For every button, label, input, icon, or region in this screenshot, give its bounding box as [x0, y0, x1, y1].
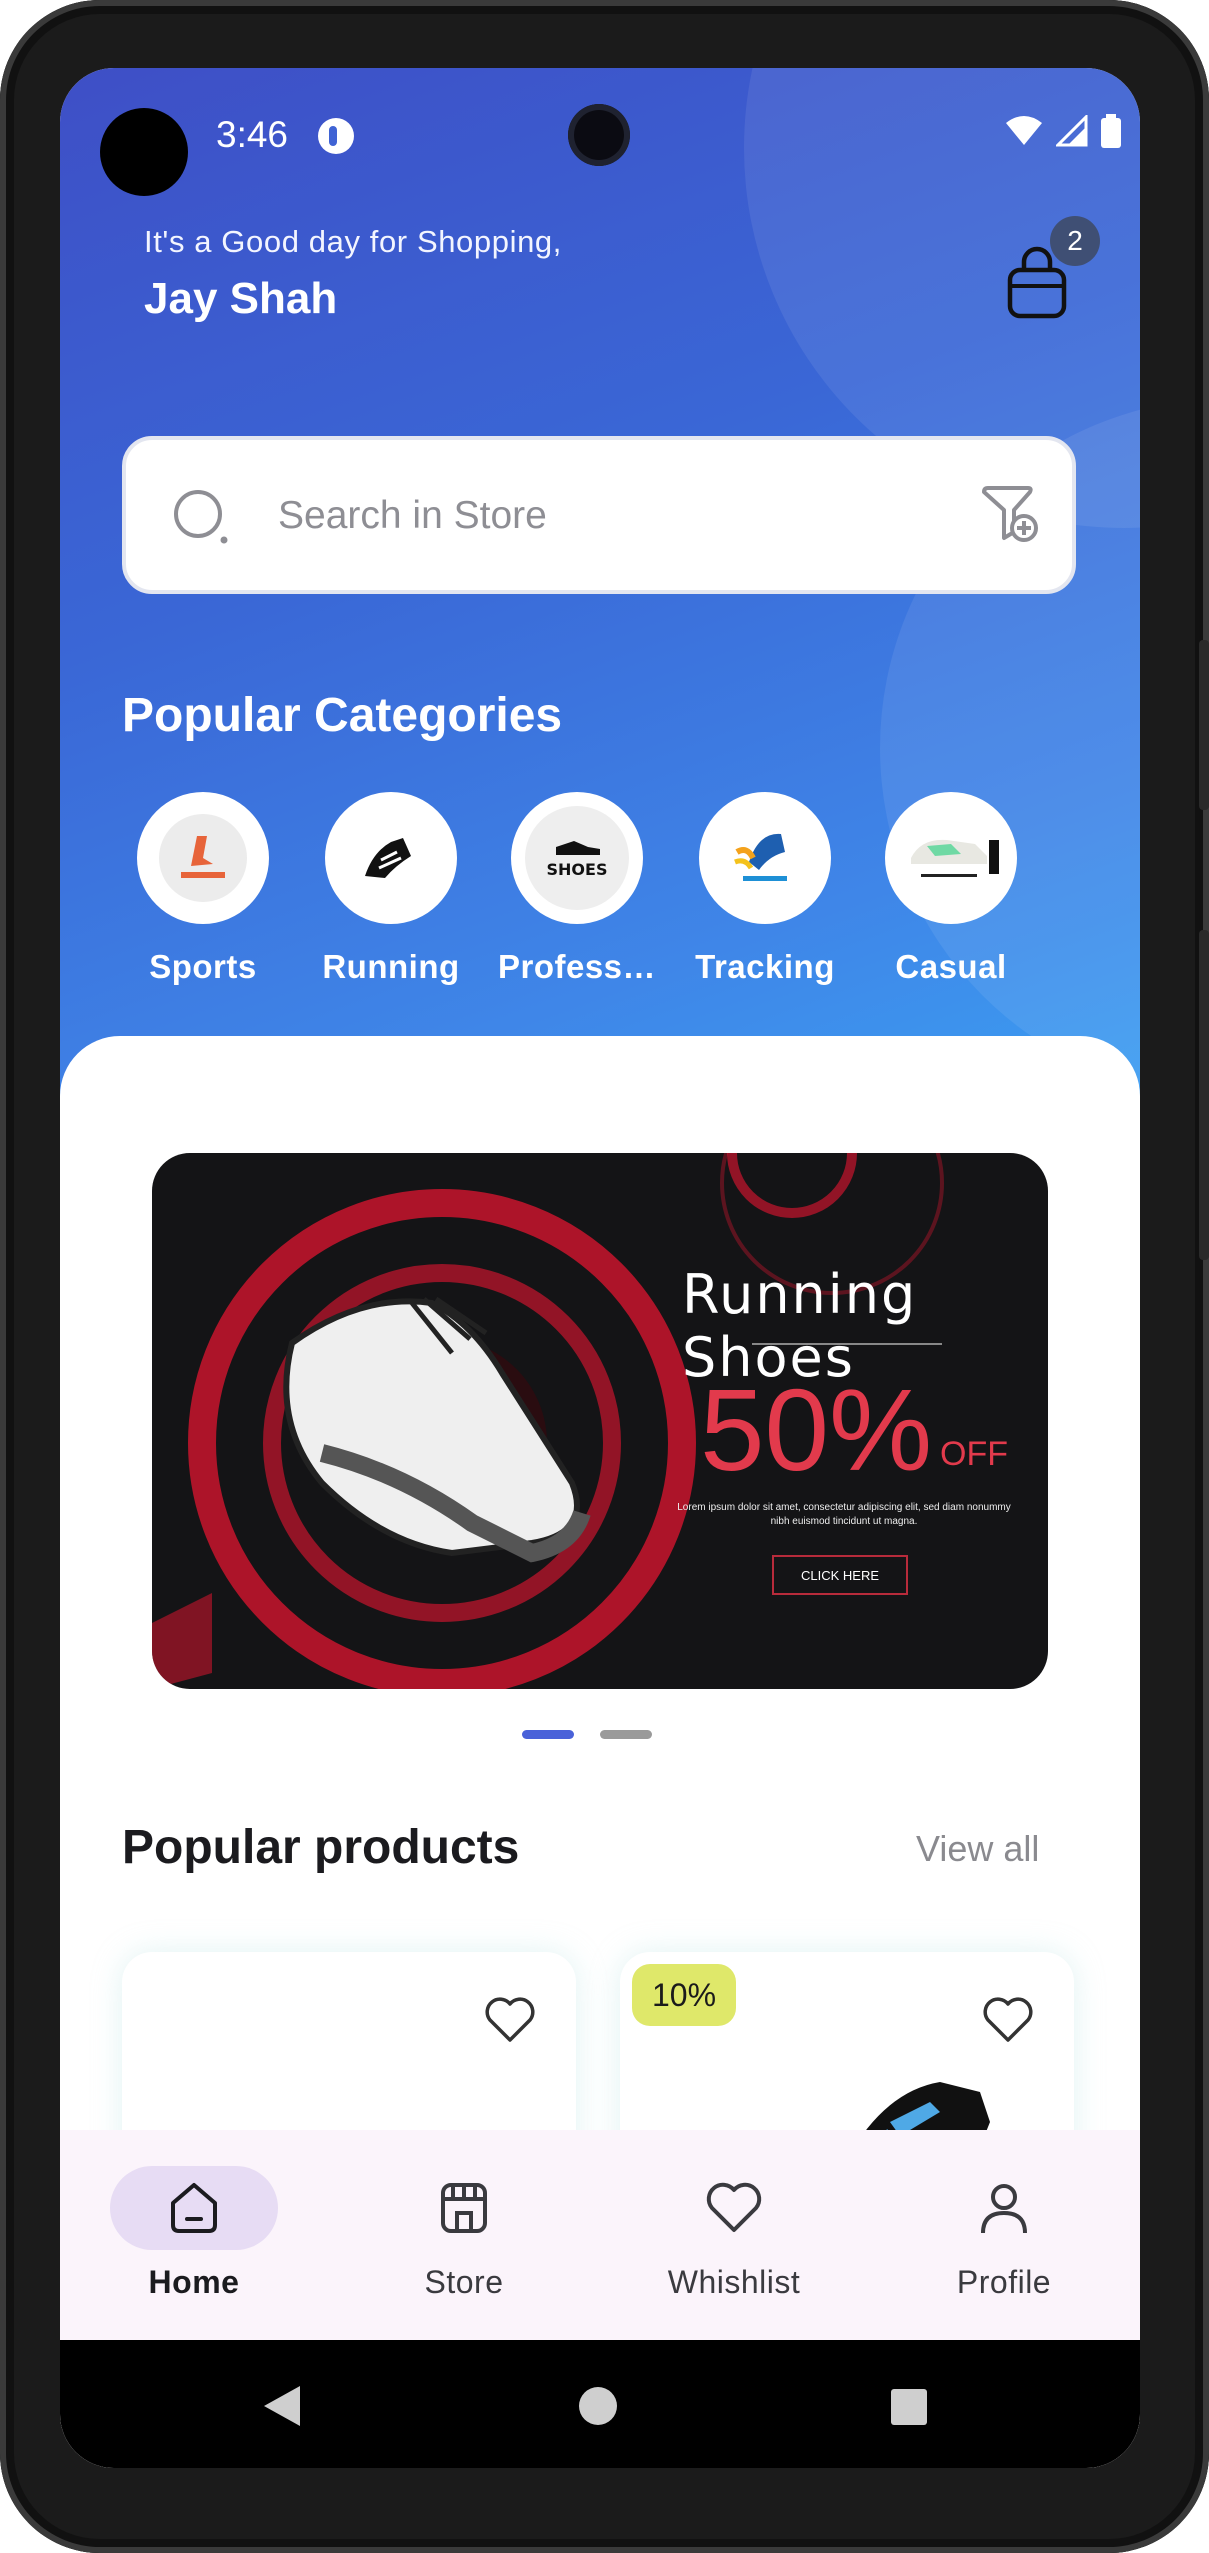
carousel-indicators — [522, 1730, 652, 1739]
back-icon[interactable] — [262, 2384, 302, 2428]
status-bar: 3:46 — [60, 68, 1140, 198]
signal-icon — [1056, 115, 1088, 147]
phone-frame: 3:46 It's a Good day for Shopping, Jay S… — [0, 0, 1209, 2553]
category-label: Tracking — [695, 948, 835, 985]
status-icons — [1004, 114, 1122, 148]
greeting-text: It's a Good day for Shopping, — [144, 224, 562, 259]
nav-label: Home — [148, 2264, 240, 2300]
category-professional[interactable]: SHOES Profess… — [492, 792, 662, 986]
heart-icon — [706, 2182, 762, 2232]
cart-count-badge: 2 — [1050, 216, 1100, 266]
categories-list: Sports Running SHOES Profess… Tracking C… — [60, 792, 1140, 992]
heart-icon[interactable] — [484, 1996, 536, 2044]
nav-icon-wrap — [380, 2166, 548, 2250]
volume-button — [1199, 930, 1209, 1260]
view-all-link[interactable]: View all — [916, 1828, 1039, 1870]
app-screen: 3:46 It's a Good day for Shopping, Jay S… — [60, 68, 1140, 2468]
header-background: 3:46 It's a Good day for Shopping, Jay S… — [60, 68, 1140, 1168]
recents-icon[interactable] — [890, 2388, 928, 2426]
wifi-icon — [1006, 116, 1042, 145]
bottom-navigation: Home Store Whishlist Profile — [60, 2130, 1140, 2340]
sports-shoe-logo-icon — [137, 792, 269, 924]
front-camera — [568, 104, 630, 166]
category-running[interactable]: Running — [306, 792, 476, 986]
home-circle-icon[interactable] — [578, 2386, 618, 2426]
shoes-logo-icon: SHOES — [511, 792, 643, 924]
search-icon — [174, 490, 228, 544]
nav-label: Store — [424, 2264, 504, 2300]
banner-off-label: OFF — [940, 1435, 1008, 1473]
carousel-dot[interactable] — [600, 1730, 652, 1739]
banner-discount: 50% — [700, 1365, 933, 1495]
nav-home[interactable]: Home — [94, 2166, 294, 2301]
home-icon — [171, 2183, 217, 2233]
camera-dot — [100, 108, 188, 196]
nav-icon-wrap — [650, 2166, 818, 2250]
running-shoe-logo-icon — [325, 792, 457, 924]
banner-click-button[interactable]: CLICK HERE — [772, 1555, 908, 1595]
promo-banner[interactable]: Running Shoes 50% OFF Lorem ipsum dolor … — [152, 1153, 1048, 1689]
category-casual[interactable]: Casual — [866, 792, 1036, 986]
category-label: Profess… — [497, 948, 657, 985]
nav-icon-wrap — [920, 2166, 1088, 2250]
user-name: Jay Shah — [144, 274, 338, 323]
nav-profile[interactable]: Profile — [904, 2166, 1104, 2301]
track-and-field-logo-icon — [699, 792, 831, 924]
banner-body-text: Lorem ipsum dolor sit amet, consectetur … — [677, 1502, 1011, 1527]
categories-title: Popular Categories — [122, 689, 563, 742]
battery-icon — [1101, 114, 1121, 148]
carousel-dot-active[interactable] — [522, 1730, 574, 1739]
products-title: Popular products — [122, 1821, 520, 1874]
nav-label: Profile — [956, 2264, 1052, 2300]
discount-badge: 10% — [632, 1964, 736, 2026]
heart-icon[interactable] — [982, 1996, 1034, 2044]
nav-wishlist[interactable]: Whishlist — [634, 2166, 834, 2301]
category-label: Sports — [149, 948, 257, 985]
status-time: 3:46 — [216, 114, 289, 155]
casual-shoes-logo-icon — [885, 792, 1017, 924]
banner-divider — [752, 1343, 942, 1345]
search-bar[interactable]: Search in Store — [122, 436, 1076, 594]
app-notification-icon — [318, 118, 354, 154]
profile-icon — [981, 2184, 1027, 2234]
nav-store[interactable]: Store — [364, 2166, 564, 2301]
category-tracking[interactable]: Tracking — [680, 792, 850, 986]
system-navigation-bar — [60, 2340, 1140, 2468]
category-label: Running — [322, 948, 460, 985]
power-button — [1199, 640, 1209, 810]
nav-active-indicator — [110, 2166, 278, 2250]
filter-icon[interactable] — [978, 482, 1044, 548]
category-sports[interactable]: Sports — [118, 792, 288, 986]
store-icon — [441, 2183, 487, 2233]
search-input[interactable]: Search in Store — [278, 494, 547, 538]
category-label: Casual — [895, 948, 1007, 985]
nav-label: Whishlist — [667, 2264, 801, 2300]
svg-text:SHOES: SHOES — [547, 860, 608, 879]
